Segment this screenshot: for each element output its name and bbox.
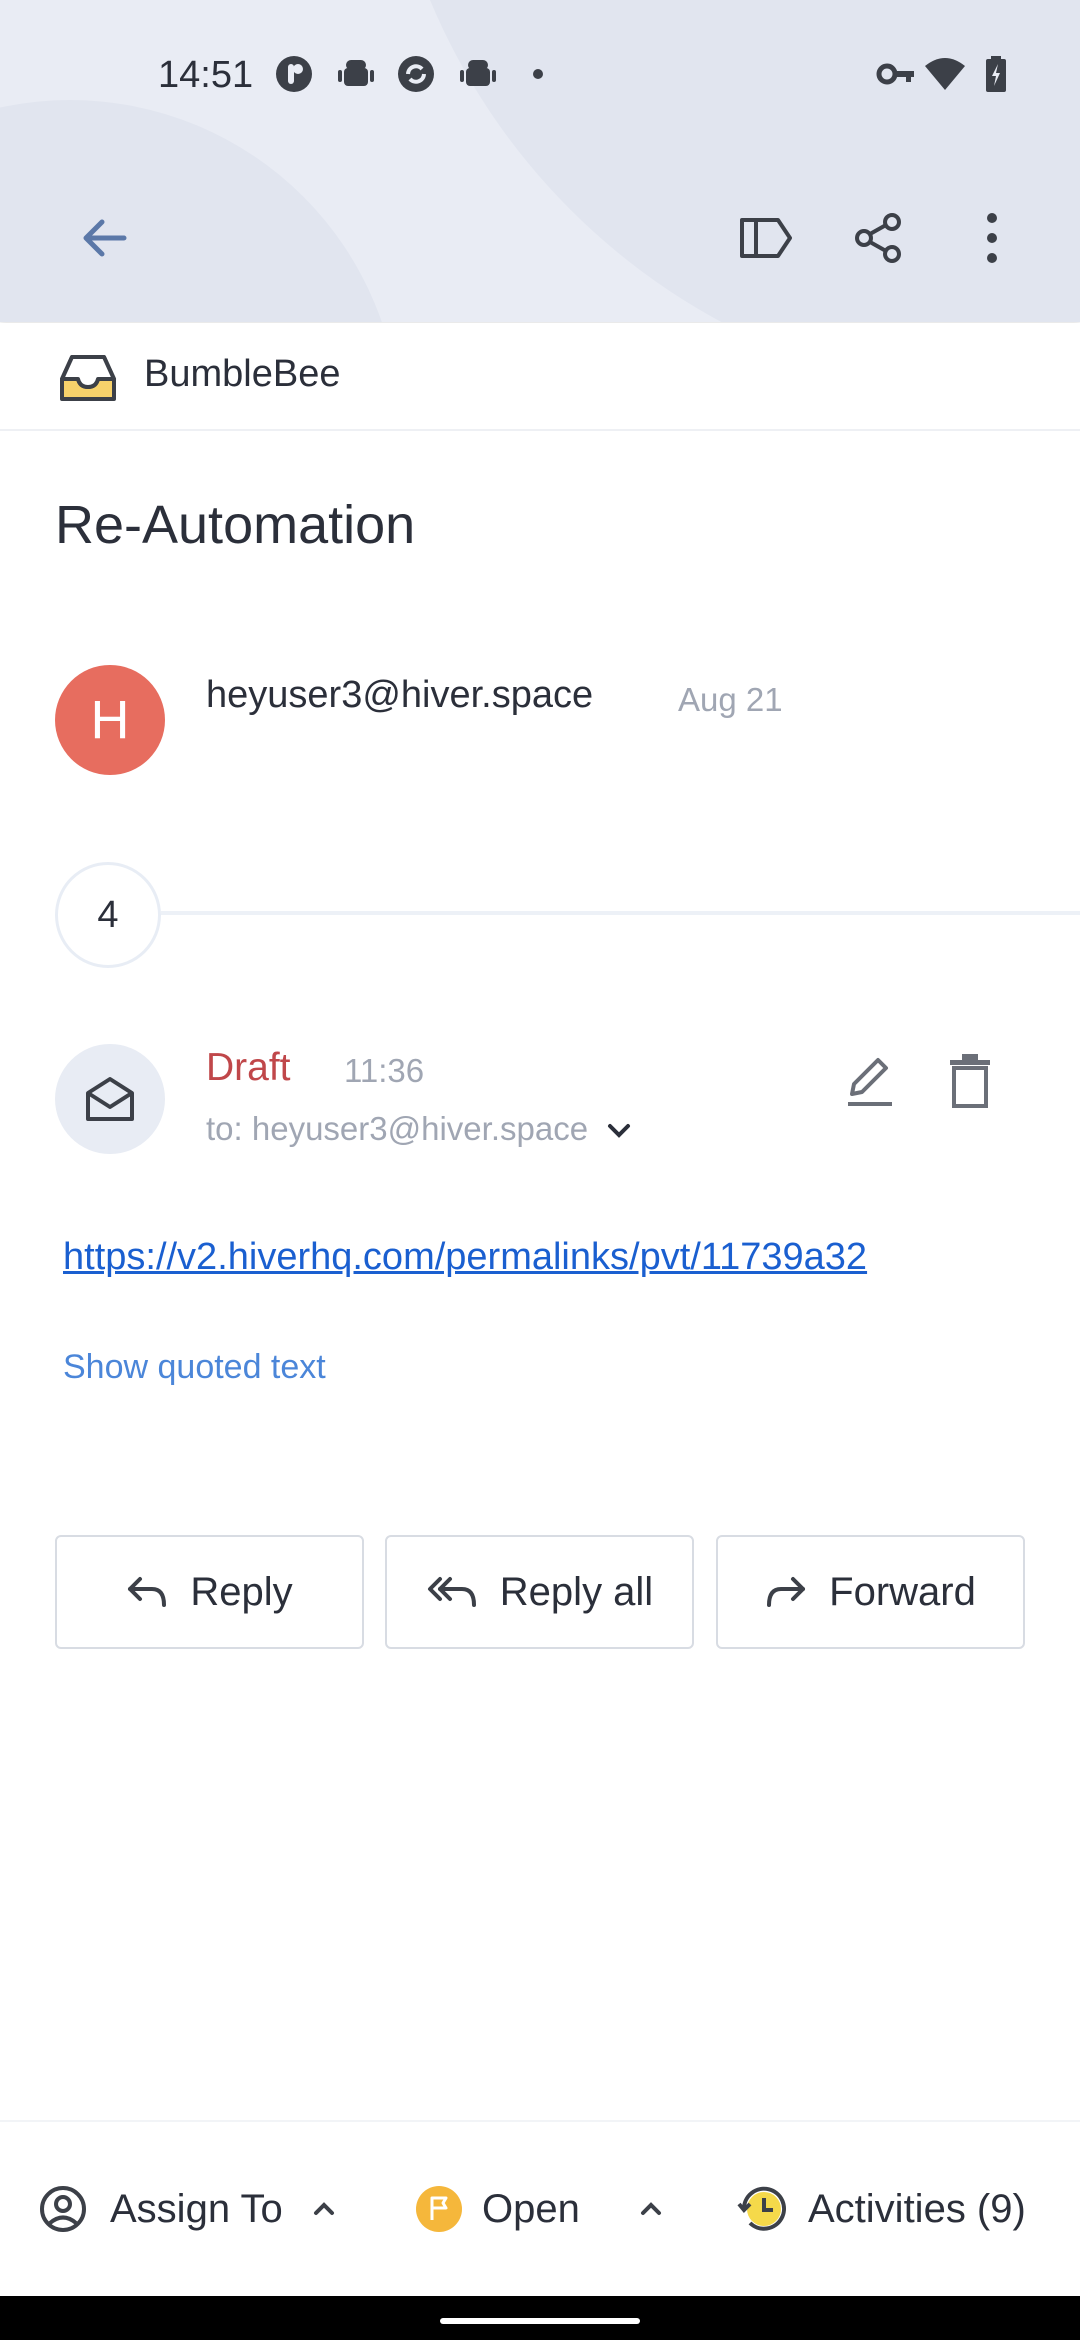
pencil-icon <box>848 1058 892 1106</box>
share-button[interactable] <box>840 200 916 276</box>
share-icon <box>855 213 901 263</box>
email-subject: Re-Automation <box>55 495 416 555</box>
flag-status-icon <box>416 2186 462 2232</box>
inbox-name: BumbleBee <box>144 353 341 395</box>
bottom-action-bar: Assign To Open Activities (9) <box>0 2120 1080 2298</box>
chevron-up-icon <box>640 2202 661 2215</box>
inbox-tray-icon <box>60 355 116 401</box>
reply-button[interactable]: Reply <box>55 1535 364 1649</box>
back-button[interactable] <box>66 200 142 276</box>
label-button[interactable] <box>728 200 804 276</box>
draft-label: Draft <box>206 1046 291 1089</box>
sync-icon <box>398 56 434 92</box>
sender-avatar: H <box>55 665 165 775</box>
account-circle-icon <box>40 2186 86 2232</box>
history-clock-icon <box>737 2186 786 2231</box>
inbox-row[interactable]: BumbleBee <box>0 323 1080 431</box>
status-time: 14:51 <box>158 54 254 96</box>
permalink-link[interactable]: https://v2.hiverhq.com/permalinks/pvt/11… <box>63 1236 867 1279</box>
draft-to-text: to: heyuser3@hiver.space <box>206 1110 589 1147</box>
sender-email[interactable]: heyuser3@hiver.space <box>206 674 593 717</box>
assign-to-button[interactable]: Assign To <box>38 2184 335 2234</box>
status-bar: 14:51 <box>0 40 1080 110</box>
edit-draft-button[interactable] <box>840 1050 900 1110</box>
status-dropdown[interactable]: Open <box>414 2184 662 2234</box>
home-gesture-handle[interactable] <box>440 2318 640 2324</box>
delete-draft-button[interactable] <box>940 1050 1000 1110</box>
chevron-up-icon <box>313 2202 334 2215</box>
activities-label: Activities (9) <box>808 2186 1026 2231</box>
open-envelope-icon <box>86 1077 134 1121</box>
activities-button[interactable]: Activities (9) <box>736 2184 1026 2234</box>
draft-avatar <box>55 1044 165 1154</box>
draft-recipients[interactable]: to: heyuser3@hiver.space <box>206 1110 631 1148</box>
reply-all-icon <box>427 1577 476 1607</box>
reply-label: Reply <box>190 1569 293 1614</box>
collapsed-messages-count[interactable]: 4 <box>55 862 161 968</box>
app-header: 14:51 <box>0 0 1080 322</box>
label-icon <box>740 218 792 258</box>
vpn-key-icon <box>876 63 914 85</box>
battery-charging-icon <box>986 56 1006 92</box>
back-arrow-icon <box>83 219 127 257</box>
chevron-down-icon <box>608 1124 631 1139</box>
assign-to-label: Assign To <box>110 2186 283 2231</box>
forward-icon <box>767 1577 806 1607</box>
notification-app-icon <box>276 56 312 92</box>
android-icon <box>460 60 496 86</box>
message-date: Aug 21 <box>678 681 783 718</box>
collapsed-thread-line <box>161 911 1080 915</box>
more-vert-icon <box>987 213 997 263</box>
show-quoted-text-link[interactable]: Show quoted text <box>63 1348 326 1387</box>
more-notifications-dot-icon <box>533 69 543 79</box>
reply-all-button[interactable]: Reply all <box>385 1535 694 1649</box>
status-label: Open <box>482 2186 580 2231</box>
wifi-icon <box>925 58 965 90</box>
reply-all-label: Reply all <box>499 1569 654 1614</box>
reply-icon <box>128 1577 167 1607</box>
android-icon <box>338 60 374 86</box>
draft-time: 11:36 <box>344 1052 425 1089</box>
forward-label: Forward <box>829 1569 976 1614</box>
trash-icon <box>950 1054 990 1108</box>
forward-button[interactable]: Forward <box>716 1535 1025 1649</box>
more-options-button[interactable] <box>954 200 1030 276</box>
header-decoration <box>0 100 400 322</box>
